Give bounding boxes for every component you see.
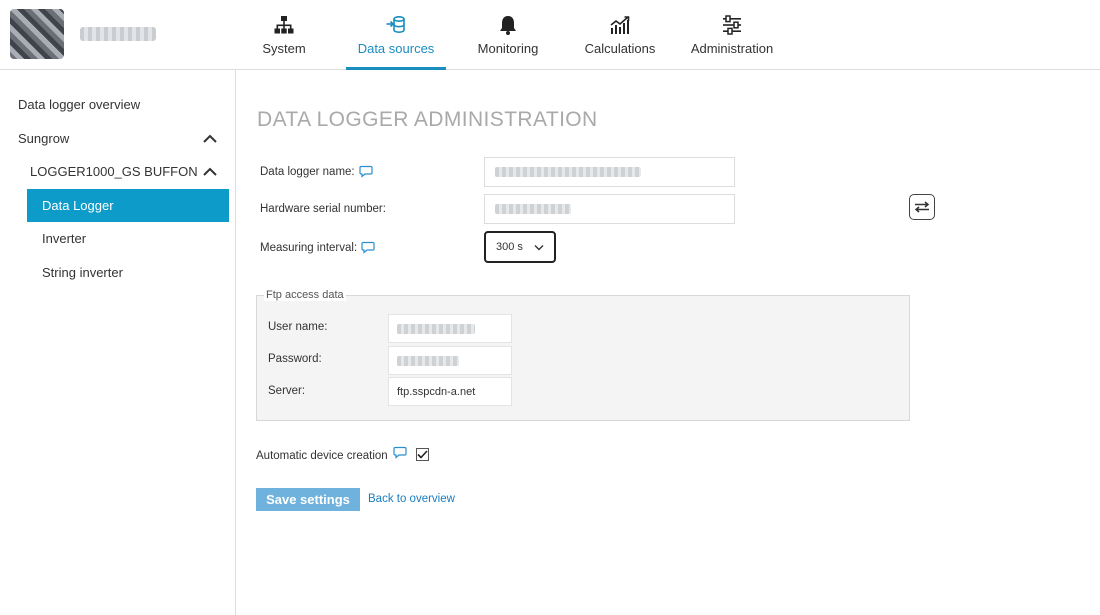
main-nav: System Data sources Monitoring Calculati… (236, 0, 782, 70)
checkmark-icon (417, 450, 428, 459)
tab-system[interactable]: System (236, 0, 332, 70)
data-logger-name-label: Data logger name: (260, 165, 373, 178)
sidebar-item-label: Data Logger (42, 198, 114, 213)
sliders-icon (723, 15, 741, 35)
data-logger-name-label-text: Data logger name: (260, 165, 355, 178)
measuring-interval-value: 300 s (496, 241, 523, 253)
sidebar-item-label: Sungrow (18, 131, 70, 146)
sidebar-item-label: Data logger overview (18, 97, 141, 112)
sidebar: Data logger overview Sungrow LOGGER1000_… (0, 70, 236, 615)
speech-bubble-icon[interactable] (393, 446, 407, 459)
ftp-password-label: Password: (268, 353, 322, 365)
top-header: System Data sources Monitoring Calculati… (0, 0, 1100, 70)
ftp-access-legend: Ftp access data (264, 289, 346, 301)
bell-icon (500, 16, 516, 35)
database-import-icon (386, 15, 405, 33)
tab-calculations[interactable]: Calculations (570, 0, 670, 70)
ftp-access-fieldset (256, 295, 910, 421)
page-title: DATA LOGGER ADMINISTRATION (257, 108, 598, 131)
automatic-device-creation-label: Automatic device creation (256, 446, 407, 462)
sidebar-item-sungrow[interactable]: Sungrow (0, 122, 230, 155)
sidebar-item-label: Inverter (42, 231, 87, 246)
sidebar-item-logger1000[interactable]: LOGGER1000_GS BUFFON (0, 155, 230, 188)
account-name-blurred (80, 27, 156, 41)
measuring-interval-select[interactable]: 300 s (484, 231, 556, 263)
hardware-serial-label-text: Hardware serial number: (260, 203, 386, 215)
avatar[interactable] (10, 9, 64, 59)
speech-bubble-icon[interactable] (359, 165, 373, 178)
hardware-serial-label: Hardware serial number: (260, 203, 386, 215)
ftp-password-input[interactable] (388, 346, 512, 375)
tab-administration-label: Administration (690, 41, 774, 56)
sidebar-item-label: LOGGER1000_GS BUFFON (30, 164, 198, 179)
tab-data-sources[interactable]: Data sources (346, 0, 446, 70)
tab-data-sources-label: Data sources (357, 41, 435, 56)
sidebar-item-string-inverter[interactable]: String inverter (0, 256, 230, 289)
blurred-value (397, 355, 459, 366)
chevron-down-icon (534, 244, 544, 250)
sitemap-icon (274, 16, 294, 34)
sidebar-item-data-logger-overview[interactable]: Data logger overview (0, 88, 230, 121)
measuring-interval-label-text: Measuring interval: (260, 241, 358, 254)
automatic-device-creation-checkbox[interactable] (416, 448, 429, 461)
swap-serial-button[interactable] (909, 194, 935, 220)
hardware-serial-input[interactable] (484, 194, 735, 224)
blurred-value (397, 323, 475, 334)
ftp-server-input[interactable]: ftp.sspcdn-a.net (388, 377, 512, 406)
tab-monitoring[interactable]: Monitoring (458, 0, 558, 70)
tab-system-label: System (262, 41, 306, 56)
automatic-device-creation-text: Automatic device creation (256, 450, 388, 462)
sidebar-item-label: String inverter (42, 265, 123, 280)
blurred-value (495, 204, 571, 214)
ftp-user-input[interactable] (388, 314, 512, 343)
swap-arrows-icon (914, 201, 930, 213)
chevron-up-icon[interactable] (202, 131, 218, 147)
chevron-up-icon[interactable] (202, 164, 218, 180)
save-settings-button[interactable]: Save settings (256, 488, 360, 511)
tab-monitoring-label: Monitoring (477, 41, 539, 56)
chart-line-icon (610, 16, 630, 34)
blurred-value (495, 167, 641, 177)
back-to-overview-link[interactable]: Back to overview (368, 493, 455, 505)
tab-calculations-label: Calculations (584, 41, 656, 56)
sidebar-item-inverter[interactable]: Inverter (0, 222, 230, 255)
speech-bubble-icon[interactable] (361, 241, 375, 254)
ftp-server-label: Server: (268, 385, 306, 397)
tab-administration[interactable]: Administration (682, 0, 782, 70)
measuring-interval-label: Measuring interval: (260, 241, 375, 254)
ftp-user-label: User name: (268, 321, 328, 333)
sidebar-item-data-logger[interactable]: Data Logger (27, 189, 229, 222)
ftp-server-value: ftp.sspcdn-a.net (397, 385, 476, 398)
data-logger-name-input[interactable] (484, 157, 735, 187)
